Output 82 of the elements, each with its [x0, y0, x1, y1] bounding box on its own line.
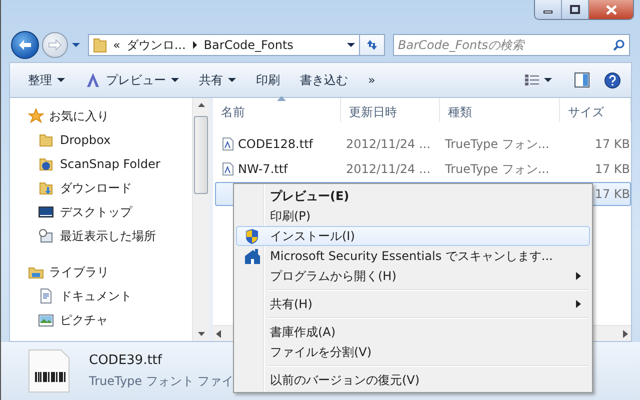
menu-item[interactable]: 書庫作成(A) [236, 322, 590, 342]
address-segment[interactable]: ダウンロ... [126, 36, 186, 54]
address-segment[interactable]: BarCode_Fonts [204, 38, 294, 52]
file-name: CODE39.ttf [89, 352, 164, 368]
navigation-item[interactable]: ピクチャ [10, 308, 192, 332]
column-header[interactable]: 種類 [440, 98, 560, 122]
navigation-item[interactable]: ダウンロード [10, 176, 192, 200]
font-file-icon [27, 348, 71, 394]
column-header[interactable]: サイズ [560, 98, 631, 122]
scrollbar[interactable] [192, 98, 209, 341]
type-cell-text: TrueType フォン... [444, 136, 550, 152]
size-cell-text: 17 KB [594, 137, 630, 151]
file-row[interactable]: CODE128.ttf 2012/11/24 ... TrueType フォン... 17 KB [215, 132, 631, 156]
size-cell-text: 17 KB [594, 187, 630, 201]
toolbar-button[interactable]: 整理 [20, 68, 73, 92]
file-name: CODE128.ttf [238, 137, 313, 151]
navigation-item[interactable]: 最近表示した場所 [10, 224, 192, 248]
toolbar-button[interactable]: 書き込む [292, 68, 356, 92]
minimize-button[interactable] [535, 0, 562, 19]
date-cell-text: 2012/11/24 ... [345, 137, 432, 151]
scroll-up-icon[interactable] [198, 103, 204, 107]
arrow-icon [48, 39, 62, 51]
font-file-icon [222, 137, 234, 151]
close-button[interactable] [589, 0, 633, 19]
document-icon [38, 288, 54, 304]
house-icon [244, 248, 260, 264]
picture-icon [38, 312, 54, 328]
folder-icon [38, 132, 54, 148]
column-header[interactable]: 名前 [213, 98, 341, 122]
help-icon[interactable] [604, 72, 621, 88]
scroll-down-icon[interactable] [198, 332, 204, 336]
close-icon [606, 4, 616, 14]
font-preview-icon [85, 72, 101, 88]
navigation-item[interactable]: ScanSnap Folder [10, 152, 192, 176]
back-button[interactable] [11, 31, 39, 59]
refresh-icon [365, 38, 379, 52]
preview-pane-icon[interactable] [574, 72, 590, 88]
navigation-item[interactable]: Dropbox [10, 128, 192, 152]
font-file-icon [222, 162, 234, 176]
type-cell-text: TrueType フォン... [444, 160, 550, 178]
menu-item[interactable]: 印刷(P) [236, 206, 590, 226]
menu-item[interactable]: プレビュー(E) [236, 186, 590, 206]
menu-item[interactable]: Microsoft Security Essentials でスキャンします... [236, 246, 590, 266]
navigation-item[interactable]: デスクトップ [10, 200, 192, 224]
toolbar-button[interactable]: プレビュー [77, 68, 187, 92]
folder-icon [38, 156, 54, 172]
column-header[interactable]: 更新日時 [341, 98, 440, 122]
navigation-group[interactable]: ライブラリ [10, 260, 192, 284]
maximize-button[interactable] [562, 0, 589, 19]
recent-places-icon [38, 228, 54, 244]
navigation-group[interactable]: お気に入り [10, 104, 192, 128]
file-name: NW-7.ttf [238, 162, 288, 176]
star-icon [28, 108, 44, 124]
menu-item[interactable]: 共有(H) [236, 294, 590, 314]
address-bar[interactable]: « ダウンロ... BarCode_Fonts [88, 34, 360, 56]
navigation-item[interactable]: ドキュメント [10, 284, 192, 308]
toolbar-button[interactable]: » [360, 70, 384, 90]
chevron-icon [192, 41, 198, 49]
scrollbar-thumb[interactable] [194, 116, 208, 194]
caret-icon[interactable] [347, 42, 355, 48]
maximize-icon [570, 5, 580, 14]
refresh-button[interactable] [359, 34, 385, 56]
search-icon [613, 39, 625, 51]
file-row[interactable]: NW-7.ttf 2012/11/24 ... TrueType フォン... 17 KB [215, 157, 631, 181]
caret-icon [544, 78, 552, 82]
menu-item[interactable]: プログラムから開く(H) [236, 266, 590, 286]
menu-item[interactable]: ファイルを分割(V) [236, 342, 590, 362]
file-type: TrueType フォント ファイ [89, 372, 234, 390]
folder-icon [93, 37, 107, 53]
menu-item[interactable]: インストール(I) [236, 226, 590, 246]
shield-icon [244, 228, 260, 244]
download-folder-icon [38, 180, 54, 196]
desktop-icon [38, 204, 54, 220]
date-cell-text: 2012/11/24 ... [345, 162, 432, 176]
size-cell-text: 17 KB [594, 162, 630, 176]
view-list-icon [525, 74, 539, 86]
menu-item[interactable]: 以前のバージョンの復元(V) [236, 370, 590, 390]
toolbar-button[interactable]: 共有 [191, 68, 244, 92]
overflow-chevron[interactable]: « [113, 38, 120, 52]
search-field[interactable]: BarCode_Fontsの検索 [393, 34, 630, 56]
arrow-icon [18, 39, 32, 51]
toolbar-button[interactable]: 印刷 [248, 68, 288, 92]
